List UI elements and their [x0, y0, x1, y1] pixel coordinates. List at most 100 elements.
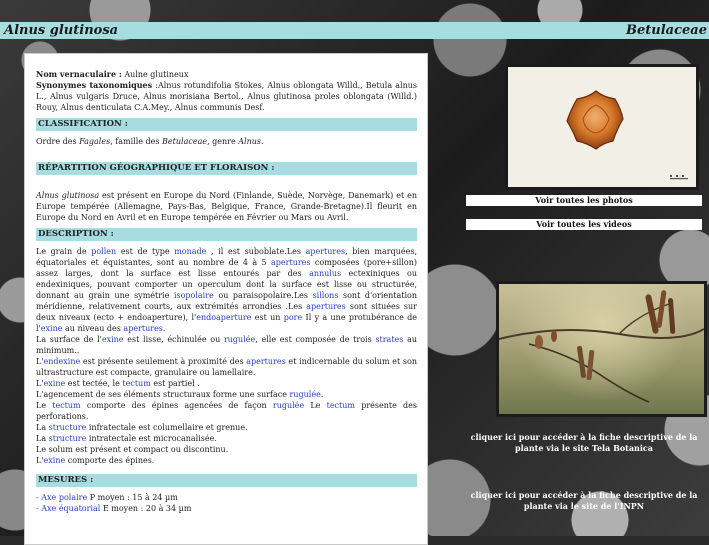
glossary-link[interactable]: endexine — [44, 357, 81, 366]
description-lines: La surface de l'exine est lisse, échinul… — [36, 334, 417, 466]
description-line: L'exine est tectée, le tectum est partie… — [36, 378, 417, 389]
glossary-link[interactable]: tectum — [52, 401, 80, 410]
txt: Ordre des — [36, 137, 80, 146]
glossary-link[interactable]: rugulée — [273, 401, 304, 410]
txt: , genre — [207, 137, 239, 146]
description-line: L'exine comporte des épines. — [36, 455, 417, 466]
description-panel: Nom vernaculaire : Aulne glutineux Synon… — [24, 53, 428, 545]
text-run: est de type — [116, 247, 175, 256]
glossary-link[interactable]: apertures — [123, 324, 162, 333]
text-run: est un — [251, 313, 284, 322]
scale-bar-icon — [670, 175, 688, 180]
text-run: La — [36, 423, 49, 432]
classification-text: Ordre des Fagales, famille des Betulacea… — [36, 136, 417, 147]
glossary-link[interactable]: strates — [375, 335, 403, 344]
inpn-link[interactable]: cliquer ici pour accéder à la fiche desc… — [466, 490, 702, 512]
text-run: , elle est composée de trois — [255, 335, 376, 344]
species-title: Alnus glutinosa — [4, 23, 119, 38]
glossary-link[interactable]: rugulée — [290, 390, 321, 399]
mesures-heading: MESURES : — [36, 474, 417, 487]
synonyms-label: Synonymes taxonomiques — [36, 80, 153, 90]
glossary-link[interactable]: apertures — [306, 302, 345, 311]
text-run: intratectale est microcanalisée. — [86, 434, 217, 443]
text-run: La surface de l' — [36, 335, 102, 344]
text-run: est tectée, le — [65, 379, 123, 388]
glossary-link[interactable]: tectum — [327, 401, 355, 410]
glossary-link[interactable]: annulus — [309, 269, 341, 278]
glossary-link[interactable]: structure — [49, 434, 87, 443]
text-run: est partiel . — [150, 379, 200, 388]
glossary-link[interactable]: exine — [41, 324, 63, 333]
measure-row: - Axe équatorial E moyen : 20 à 34 µm — [36, 503, 417, 514]
txt: . — [261, 137, 264, 146]
pollen-grain-image — [566, 90, 624, 150]
text-run: Le solum est présent et compact ou disco… — [36, 445, 229, 454]
text-run: L' — [36, 379, 44, 388]
glossary-link[interactable]: endoaperture — [196, 313, 251, 322]
glossary-link[interactable]: exine — [44, 379, 66, 388]
glossary-link[interactable]: rugulée — [224, 335, 255, 344]
measure-value: P moyen : 15 à 24 µm — [87, 493, 178, 502]
repartition-heading: RÉPARTITION GÉOGRAPHIQUE ET FLORAISON : — [36, 162, 417, 175]
genus-name: Alnus — [238, 137, 262, 146]
pollen-photo[interactable] — [505, 64, 699, 190]
synonyms: Synonymes taxonomiques :Alnus rotundifol… — [36, 80, 417, 113]
measure-value: E moyen : 20 à 34 µm — [100, 504, 192, 513]
glossary-link[interactable]: pollen — [91, 247, 116, 256]
description-line: La structure intratectale est microcanal… — [36, 433, 417, 444]
glossary-link[interactable]: monade — [174, 247, 206, 256]
measure-axis-link[interactable]: Axe polaire — [41, 493, 87, 502]
text-run: ou paraisopolaire.Les — [213, 291, 313, 300]
family-name: Betulaceae — [162, 137, 208, 146]
description-line: L'agencement de ses éléments structuraux… — [36, 389, 417, 400]
text-run: comporte des épines agencées de façon — [80, 401, 273, 410]
glossary-link[interactable]: sillons — [313, 291, 339, 300]
tela-botanica-link[interactable]: cliquer ici pour accéder à la fiche desc… — [466, 432, 702, 454]
text-run: L' — [36, 357, 44, 366]
text-run: Le — [304, 401, 327, 410]
text-run: L' — [36, 456, 44, 465]
view-all-videos-button[interactable]: Voir toutes les videos — [466, 219, 702, 230]
mesures-list: - Axe polaire P moyen : 15 à 24 µm - Axe … — [36, 492, 417, 514]
description-line: Le solum est présent et compact ou disco… — [36, 444, 417, 455]
description-line: La surface de l'exine est lisse, échinul… — [36, 334, 417, 356]
glossary-link[interactable]: exine — [102, 335, 124, 344]
text-run: , il est suboblate.Les — [206, 247, 306, 256]
glossary-link[interactable]: apertures — [306, 247, 345, 256]
description-line: L'endexine est présente seulement à prox… — [36, 356, 417, 378]
description-heading: DESCRIPTION : — [36, 228, 417, 241]
repartition-text: Alnus glutinosa est présent en Europe du… — [36, 190, 417, 223]
glossary-link[interactable]: pore — [284, 313, 303, 322]
text-run: . — [162, 324, 166, 333]
text-run: comporte des épines. — [65, 456, 155, 465]
vernacular-value: Aulne glutineux — [121, 70, 189, 79]
family-title: Betulaceae — [626, 23, 707, 38]
glossary-link[interactable]: isopolaire — [174, 291, 214, 300]
vernacular-label: Nom vernaculaire : — [36, 69, 122, 79]
description-paragraph: Le grain de pollen est de type monade , … — [36, 246, 417, 334]
text-run: Le — [36, 401, 53, 410]
glossary-link[interactable]: apertures — [271, 258, 310, 267]
text-run: est présente seulement à proximité des — [80, 357, 247, 366]
vernacular-name: Nom vernaculaire : Aulne glutineux — [36, 69, 417, 80]
measure-row: - Axe polaire P moyen : 15 à 24 µm — [36, 492, 417, 503]
glossary-link[interactable]: exine — [44, 456, 66, 465]
text-run: La — [36, 434, 49, 443]
view-all-photos-button[interactable]: Voir toutes les photos — [466, 195, 702, 206]
plant-photo[interactable] — [496, 281, 707, 417]
text-run: L'agencement de ses éléments structuraux… — [36, 390, 290, 399]
txt: , famille des — [110, 137, 163, 146]
glossary-link[interactable]: tectum — [122, 379, 150, 388]
text-run: . — [320, 390, 324, 399]
description-line: La structure infratectale est columellai… — [36, 422, 417, 433]
description-line: Le tectum comporte des épines agencées d… — [36, 400, 417, 422]
title-bar: Alnus glutinosa Betulaceae — [0, 22, 709, 39]
glossary-link[interactable]: structure — [49, 423, 87, 432]
glossary-link[interactable]: apertures — [246, 357, 285, 366]
text-run: au niveau des — [62, 324, 124, 333]
measure-axis-link[interactable]: Axe équatorial — [41, 504, 100, 513]
species-name: Alnus glutinosa — [36, 191, 100, 200]
text-run: est lisse, échinulée ou — [123, 335, 224, 344]
text-run: Le grain de — [36, 247, 92, 256]
text-run: infratectale est columellaire et grenue. — [86, 423, 248, 432]
